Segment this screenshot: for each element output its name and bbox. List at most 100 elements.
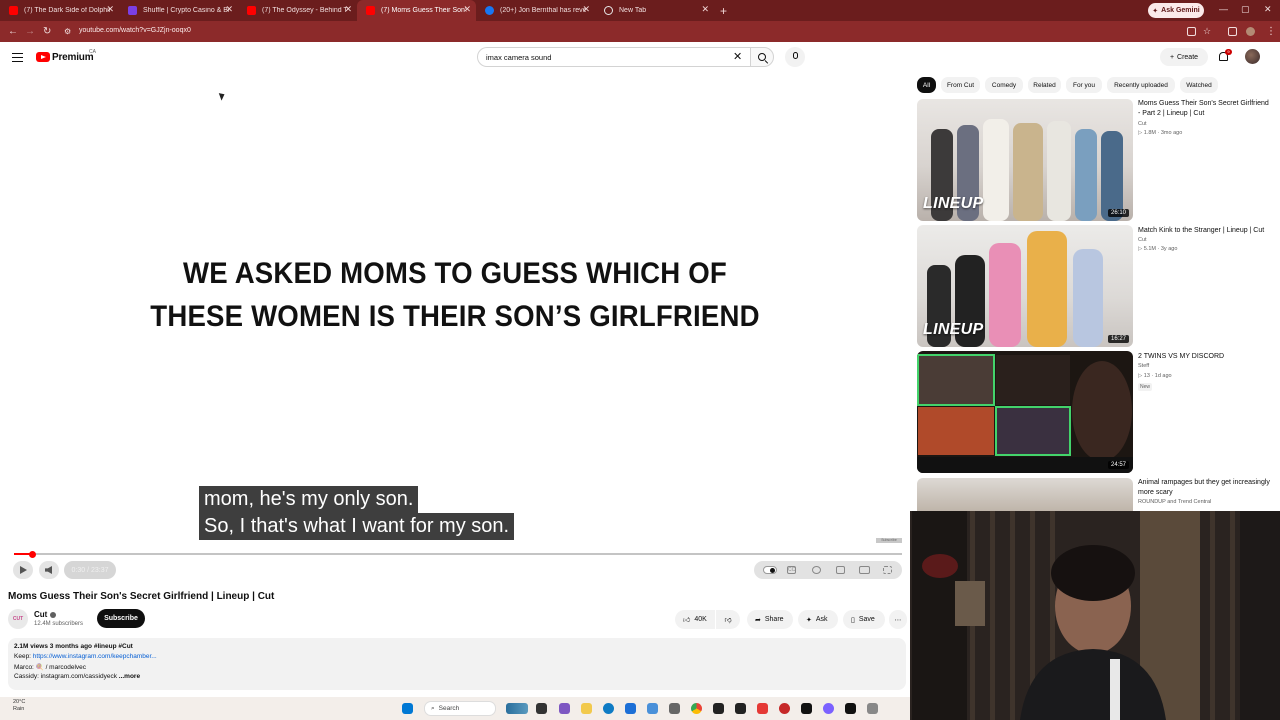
chip-all[interactable]: All [917, 77, 936, 93]
copilot-icon[interactable] [559, 703, 570, 714]
subtitles-icon[interactable]: CC [787, 566, 796, 574]
mute-button[interactable] [39, 561, 59, 579]
browser-tab[interactable]: (7) The Dark Side of Dolphins T✕ [0, 0, 119, 21]
video-thumbnail[interactable]: 24:57 [917, 351, 1133, 473]
browser-tab[interactable]: (7) The Odyssey - Behind The S✕ [238, 0, 357, 21]
profile-avatar-icon[interactable] [1246, 27, 1255, 36]
play-button[interactable] [13, 561, 33, 579]
reload-icon[interactable]: ↻ [43, 26, 51, 37]
browser-tab[interactable]: New Tab ✕ [595, 0, 714, 21]
youtube-logo-icon[interactable] [36, 52, 50, 62]
rec-video-title[interactable]: 2 TWINS VS MY DISCORD [1138, 352, 1270, 362]
close-tab-icon[interactable]: ✕ [463, 4, 471, 15]
rec-video-title[interactable]: Moms Guess Their Son's Secret Girlfriend… [1138, 99, 1270, 118]
autoplay-toggle[interactable] [763, 566, 777, 574]
extensions-icon[interactable] [1228, 27, 1237, 36]
subscribe-watermark[interactable]: Subscribe [876, 538, 902, 543]
app-icon[interactable] [647, 703, 658, 714]
ask-button[interactable]: ✦ Ask [798, 610, 838, 629]
fullscreen-icon[interactable] [883, 566, 892, 574]
video-thumbnail[interactable]: LINEUP 26:10 [917, 99, 1133, 221]
taskbar-search[interactable]: ⌕ Search [424, 701, 496, 716]
channel-name-label[interactable]: Cut [34, 610, 47, 619]
app-icon[interactable] [713, 703, 724, 714]
rec-channel-name[interactable]: Cut [1138, 121, 1147, 127]
close-tab-icon[interactable]: ✕ [344, 4, 352, 15]
chip-recently-uploaded[interactable]: Recently uploaded [1107, 77, 1175, 93]
browser-tab[interactable]: Shuffle | Crypto Casino & Bitco✕ [119, 0, 238, 21]
install-app-icon[interactable] [1187, 27, 1196, 36]
settings-gear-icon[interactable] [812, 566, 821, 574]
video-thumbnail[interactable]: LINEUP 16:27 [917, 225, 1133, 347]
app-icon[interactable] [735, 703, 746, 714]
chrome-icon[interactable] [691, 703, 702, 714]
back-icon[interactable]: ← [8, 26, 18, 37]
file-explorer-icon[interactable] [581, 703, 592, 714]
site-info-icon[interactable]: ⚙ [64, 27, 71, 36]
edge-icon[interactable] [603, 703, 614, 714]
close-tab-icon[interactable]: ✕ [582, 4, 590, 15]
taskbar-widget-icon[interactable] [506, 703, 528, 714]
app-icon[interactable] [669, 703, 680, 714]
close-tab-icon[interactable]: ✕ [701, 4, 709, 15]
chip-for-you[interactable]: For you [1066, 77, 1102, 93]
close-tab-icon[interactable]: ✕ [106, 4, 114, 15]
ask-gemini-button[interactable]: ✦ Ask Gemini [1148, 3, 1204, 18]
new-tab-icon[interactable]: + [720, 4, 727, 18]
menu-icon[interactable] [12, 53, 23, 62]
show-more-link[interactable]: ...more [119, 673, 140, 680]
forward-icon[interactable]: → [25, 26, 35, 37]
description-box[interactable] [8, 638, 906, 690]
search-button[interactable] [750, 47, 774, 67]
rec-channel-name[interactable]: ROUNDUP and Trend Central [1138, 499, 1211, 505]
progress-bar[interactable] [14, 550, 902, 558]
account-avatar[interactable] [1245, 49, 1260, 64]
search-input-value[interactable]: imax camera sound [486, 53, 551, 62]
subscribe-button[interactable]: Subscribe [97, 609, 145, 628]
miniplayer-icon[interactable] [836, 566, 845, 574]
share-button[interactable]: ➦ Share [747, 610, 793, 629]
rec-video-title[interactable]: Match Kink to the Stranger | Lineup | Cu… [1138, 226, 1270, 236]
chip-related[interactable]: Related [1028, 77, 1061, 93]
save-button[interactable]: ▯ Save [843, 610, 885, 629]
app-icon[interactable] [757, 703, 768, 714]
minimize-icon[interactable]: — [1219, 4, 1228, 14]
app-icon[interactable] [823, 703, 834, 714]
rec-channel-name[interactable]: Cut [1138, 237, 1147, 243]
chip-comedy[interactable]: Comedy [985, 77, 1023, 93]
create-button[interactable]: + Create [1160, 48, 1208, 66]
app-icon[interactable] [867, 703, 878, 714]
theater-mode-icon[interactable] [859, 566, 870, 574]
video-thumbnail[interactable] [917, 478, 1133, 511]
search-icon: ⌕ [431, 704, 435, 712]
more-actions-button[interactable]: ⋯ [889, 610, 907, 629]
rec-video-title[interactable]: Animal rampages but they get increasingl… [1138, 478, 1270, 497]
task-view-icon[interactable] [536, 703, 547, 714]
keep-link[interactable]: https://www.instagram.com/keepchamber... [33, 653, 157, 660]
bookmark-star-icon[interactable]: ☆ [1203, 26, 1211, 37]
weather-widget[interactable]: 20°C Rain [13, 699, 25, 713]
voice-search-button[interactable] [785, 47, 805, 67]
browser-tab[interactable]: (20+) Jon Bernthal has revealed✕ [476, 0, 595, 21]
close-window-icon[interactable]: ✕ [1264, 4, 1272, 15]
maximize-icon[interactable]: ▢ [1241, 4, 1250, 15]
close-tab-icon[interactable]: ✕ [225, 4, 233, 15]
browser-tab-active[interactable]: (7) Moms Guess Their Son's Se✕ [357, 0, 476, 21]
chip-watched[interactable]: Watched [1180, 77, 1218, 93]
browser-menu-icon[interactable]: ⋮ [1266, 26, 1276, 37]
windows-start-icon[interactable] [402, 703, 413, 714]
app-icon[interactable] [779, 703, 790, 714]
tiktok-icon[interactable] [845, 703, 856, 714]
app-icon[interactable] [801, 703, 812, 714]
progress-scrubber[interactable] [29, 550, 37, 558]
logo-text[interactable]: Premium [52, 52, 94, 63]
chip-from-cut[interactable]: From Cut [941, 77, 980, 93]
url-field[interactable]: youtube.com/watch?v=GJZjn-ooqx0 [79, 27, 191, 34]
clear-search-icon[interactable]: ✕ [733, 50, 742, 63]
dislike-button[interactable]: 👎︎ [716, 610, 740, 629]
store-icon[interactable] [625, 703, 636, 714]
rec-channel-name[interactable]: Steff [1138, 363, 1149, 369]
channel-avatar[interactable]: CUT [8, 609, 28, 629]
channel-name[interactable]: Cut [34, 610, 57, 619]
like-button[interactable]: 👍︎ 40K [675, 610, 715, 629]
